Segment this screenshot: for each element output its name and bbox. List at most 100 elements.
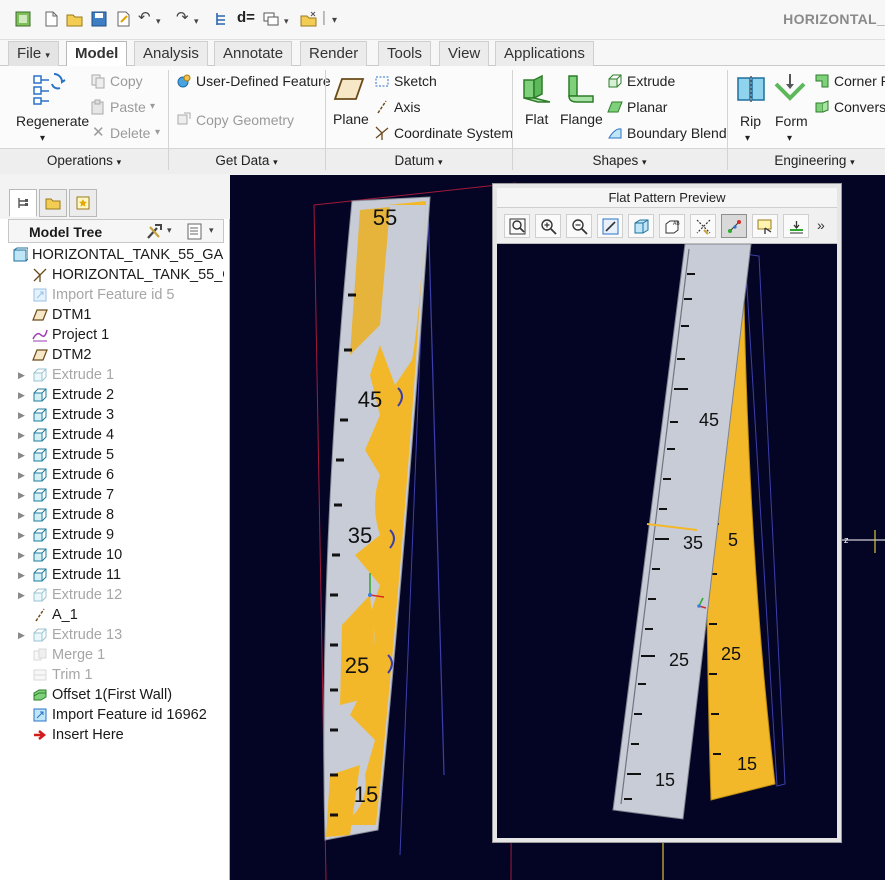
- boundary-blend-button[interactable]: Boundary Blend: [627, 124, 727, 142]
- saved-orientations-button[interactable]: AB: [659, 214, 685, 238]
- axis-button[interactable]: Axis: [394, 98, 420, 116]
- tab-view[interactable]: View: [439, 41, 490, 66]
- shapes-group-button[interactable]: Shapes ▾: [512, 150, 727, 172]
- expand-arrow-icon[interactable]: ▶: [18, 465, 25, 485]
- expand-arrow-icon[interactable]: ▶: [18, 405, 25, 425]
- tree-item[interactable]: ▶ Extrude 7: [8, 485, 224, 505]
- form-button[interactable]: Form: [775, 112, 808, 130]
- paste-button[interactable]: Paste: [110, 98, 146, 116]
- paste-dropdown-icon[interactable]: ▾: [150, 98, 155, 116]
- point-display-button[interactable]: [721, 214, 747, 238]
- expand-arrow-icon[interactable]: ▶: [18, 525, 25, 545]
- redo-dropdown-icon[interactable]: ▾: [194, 12, 199, 30]
- tree-item[interactable]: Offset 1(First Wall): [8, 685, 224, 705]
- expand-arrow-icon[interactable]: ▶: [18, 485, 25, 505]
- expand-arrow-icon[interactable]: ▶: [18, 445, 25, 465]
- repaint-button[interactable]: [597, 214, 623, 238]
- expand-arrow-icon[interactable]: ▶: [18, 625, 25, 645]
- coordinate-system-button[interactable]: Coordinate System: [394, 124, 513, 142]
- dimension-icon[interactable]: d=: [237, 9, 255, 27]
- expand-arrow-icon[interactable]: ▶: [18, 545, 25, 565]
- undo-icon[interactable]: ↶: [138, 9, 151, 27]
- corner-relief-button[interactable]: Corner R: [834, 72, 885, 90]
- tab-tools[interactable]: Tools: [378, 41, 432, 66]
- tree-item[interactable]: ▶ Extrude 1: [8, 365, 224, 385]
- tree-item[interactable]: ▶ Extrude 9: [8, 525, 224, 545]
- regenerate-icon[interactable]: [114, 10, 132, 28]
- user-defined-feature-button[interactable]: User-Defined Feature: [196, 72, 331, 90]
- expand-arrow-icon[interactable]: ▶: [18, 385, 25, 405]
- flange-button[interactable]: Flange: [560, 110, 603, 128]
- tree-item[interactable]: Trim 1: [8, 665, 224, 685]
- show-dropdown-icon[interactable]: ▾: [209, 225, 214, 236]
- expand-arrow-icon[interactable]: ▶: [18, 565, 25, 585]
- tree-item[interactable]: HORIZONTAL_TANK_55_G: [8, 265, 224, 285]
- zoom-in-button[interactable]: [535, 214, 561, 238]
- tree-item[interactable]: Insert Here: [8, 725, 224, 745]
- windows-icon[interactable]: [262, 10, 280, 28]
- tree-item[interactable]: Merge 1: [8, 645, 224, 665]
- tab-render[interactable]: Render: [300, 41, 368, 66]
- show-icon[interactable]: [187, 223, 203, 240]
- expand-arrow-icon[interactable]: ▶: [18, 365, 25, 385]
- extrude-button[interactable]: Extrude: [627, 72, 675, 90]
- tree-item[interactable]: ▶ Extrude 2: [8, 385, 224, 405]
- app-icon[interactable]: [14, 10, 32, 28]
- tree-item[interactable]: Import Feature id 16962: [8, 705, 224, 725]
- planar-button[interactable]: Planar: [627, 98, 667, 116]
- rip-button[interactable]: Rip: [740, 112, 761, 130]
- windows-dropdown-icon[interactable]: ▾: [284, 12, 289, 30]
- undo-dropdown-icon[interactable]: ▾: [156, 12, 161, 30]
- copy-button[interactable]: Copy: [110, 72, 143, 90]
- model-tree-icon[interactable]: [213, 10, 231, 28]
- tree-item[interactable]: HORIZONTAL_TANK_55_GAL: [8, 245, 224, 265]
- refit-button[interactable]: [504, 214, 530, 238]
- datum-group-button[interactable]: Datum ▾: [325, 150, 512, 172]
- tree-item[interactable]: DTM2: [8, 345, 224, 365]
- spin-center-button[interactable]: [783, 214, 809, 238]
- tree-item[interactable]: Project 1: [8, 325, 224, 345]
- redo-icon[interactable]: ↷: [176, 9, 189, 27]
- get-data-group-button[interactable]: Get Data ▾: [168, 150, 325, 172]
- tree-item[interactable]: ▶ Extrude 11: [8, 565, 224, 585]
- tab-model[interactable]: Model: [66, 41, 128, 67]
- csys-display-button[interactable]: [752, 214, 778, 238]
- tree-item[interactable]: ▶ Extrude 10: [8, 545, 224, 565]
- tree-item[interactable]: ▶ Extrude 6: [8, 465, 224, 485]
- tree-item[interactable]: ▶ Extrude 12: [8, 585, 224, 605]
- tab-analysis[interactable]: Analysis: [134, 41, 208, 66]
- flat-button[interactable]: Flat: [525, 110, 548, 128]
- settings-dropdown-icon[interactable]: ▾: [167, 225, 172, 236]
- expand-arrow-icon[interactable]: ▶: [18, 505, 25, 525]
- tree-item[interactable]: ▶ Extrude 13: [8, 625, 224, 645]
- expand-arrow-icon[interactable]: ▶: [18, 425, 25, 445]
- conversion-button[interactable]: Conversio: [834, 98, 885, 116]
- sketch-button[interactable]: Sketch: [394, 72, 437, 90]
- tree-item[interactable]: ▶ Extrude 3: [8, 405, 224, 425]
- tree-item[interactable]: DTM1: [8, 305, 224, 325]
- more-icon[interactable]: »: [817, 217, 825, 233]
- open-icon[interactable]: [66, 10, 84, 28]
- tree-item[interactable]: ▶ Extrude 4: [8, 425, 224, 445]
- regenerate-dropdown-icon[interactable]: ▾: [40, 130, 45, 148]
- engineering-group-button[interactable]: Engineering ▾: [727, 150, 885, 172]
- annotation-display-button[interactable]: [690, 214, 716, 238]
- expand-arrow-icon[interactable]: ▶: [18, 585, 25, 605]
- flat-pattern-canvas[interactable]: 5 25 15 35 45 35 25 15: [497, 226, 837, 838]
- tree-item[interactable]: ▶ Extrude 8: [8, 505, 224, 525]
- tab-model-tree[interactable]: [9, 189, 37, 217]
- tab-annotate[interactable]: Annotate: [214, 41, 293, 66]
- tree-item[interactable]: Import Feature id 5: [8, 285, 224, 305]
- tree-item[interactable]: A_1: [8, 605, 224, 625]
- zoom-out-button[interactable]: [566, 214, 592, 238]
- save-icon[interactable]: [90, 10, 108, 28]
- tab-favorites[interactable]: [69, 189, 97, 217]
- settings-tools-icon[interactable]: [145, 223, 163, 240]
- display-style-button[interactable]: [628, 214, 654, 238]
- rip-dropdown-icon[interactable]: ▾: [745, 130, 750, 148]
- plane-button[interactable]: Plane: [333, 110, 369, 128]
- operations-group-button[interactable]: Operations ▾: [0, 150, 168, 172]
- tab-applications[interactable]: Applications: [495, 41, 594, 66]
- form-dropdown-icon[interactable]: ▾: [787, 130, 792, 148]
- delete-button[interactable]: Delete: [110, 124, 150, 142]
